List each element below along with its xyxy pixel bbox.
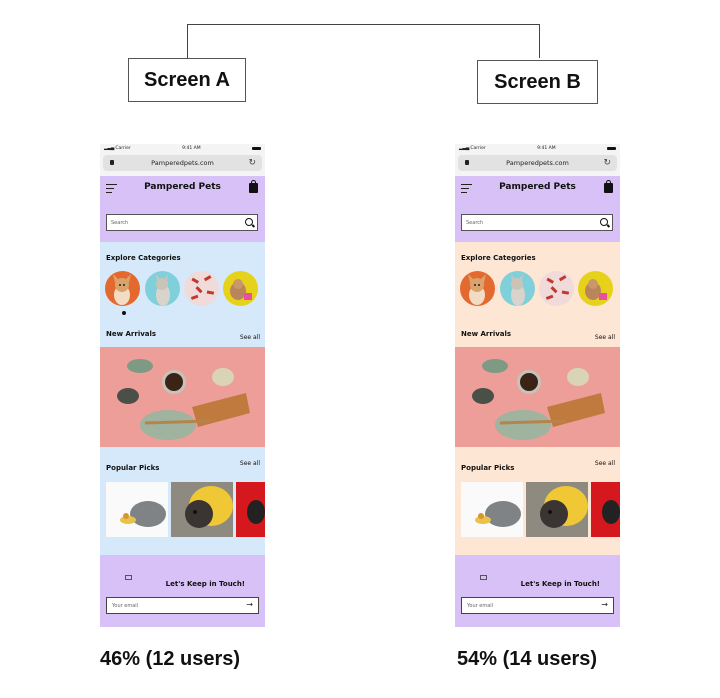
keep-in-touch-heading: Let's Keep in Touch!	[165, 580, 245, 588]
site-header: Pampered Pets Search	[100, 176, 265, 242]
dog-image	[468, 274, 486, 305]
cat-image	[156, 274, 170, 306]
popular-picks-title: Popular Picks	[106, 464, 160, 472]
category-treats[interactable]	[539, 271, 574, 306]
cat-image	[511, 274, 525, 306]
search-icon[interactable]	[245, 218, 253, 226]
brand-logo[interactable]: Pampered Pets	[455, 182, 620, 192]
screen-b-result: 54% (14 users)	[457, 648, 598, 670]
url-field[interactable]: Pamperedpets.com ↻	[458, 155, 617, 171]
image-placeholder-icon	[125, 575, 132, 580]
url-field[interactable]: Pamperedpets.com ↻	[103, 155, 262, 171]
email-placeholder: Your email	[112, 602, 139, 609]
popular-pick-cat-image[interactable]	[461, 482, 523, 537]
carousel-dot[interactable]	[122, 311, 126, 315]
popular-pick-cat-image[interactable]	[106, 482, 168, 537]
arrow-right-icon[interactable]: →	[246, 600, 253, 609]
signal-icon: ▂▃▄	[104, 145, 115, 151]
new-arrivals-image[interactable]	[100, 347, 265, 447]
popular-picks-title: Popular Picks	[461, 464, 515, 472]
image-placeholder-icon	[480, 575, 487, 580]
toys-image	[230, 279, 252, 300]
shopping-bag-icon[interactable]	[249, 180, 258, 193]
treats-image	[545, 275, 570, 300]
search-placeholder: Search	[111, 219, 129, 226]
popular-pick-red-image[interactable]	[236, 482, 265, 537]
screen-b-mockup: ▂▃▄ Carrier 9:41 AM Pamperedpets.com ↻ Pa…	[455, 144, 620, 627]
search-input[interactable]: Search	[106, 214, 258, 231]
explore-categories-title: Explore Categories	[461, 254, 536, 262]
lock-icon	[465, 160, 469, 165]
popular-pick-dog-image[interactable]	[526, 482, 588, 537]
url-text: Pamperedpets.com	[506, 159, 569, 167]
new-arrivals-title: New Arrivals	[461, 330, 512, 338]
toys-image	[585, 279, 607, 300]
arrow-right-icon[interactable]: →	[601, 600, 608, 609]
brand-logo[interactable]: Pampered Pets	[100, 182, 265, 192]
signal-icon: ▂▃▄	[459, 145, 470, 151]
new-arrivals-title: New Arrivals	[106, 330, 157, 338]
search-input[interactable]: Search	[461, 214, 613, 231]
email-input[interactable]: Your email →	[461, 597, 614, 614]
pet-bowls-image	[472, 359, 605, 440]
category-cat[interactable]	[145, 271, 180, 306]
category-dog[interactable]	[460, 271, 495, 306]
pet-bowls-image	[117, 359, 250, 440]
category-toys[interactable]	[578, 271, 613, 306]
reload-icon[interactable]: ↻	[603, 158, 611, 168]
browser-bar: Pamperedpets.com ↻	[455, 152, 620, 178]
search-placeholder: Search	[466, 219, 484, 226]
new-arrivals-see-all-link[interactable]: See all	[595, 334, 615, 341]
browser-bar: Pamperedpets.com ↻	[100, 152, 265, 178]
new-arrivals-image[interactable]	[455, 347, 620, 447]
screen-a-mockup: ▂▃▄ Carrier 9:41 AM Pamperedpets.com ↻ Pa…	[100, 144, 265, 627]
newsletter-footer: Let's Keep in Touch! Your email →	[455, 555, 620, 627]
category-toys[interactable]	[223, 271, 258, 306]
shopping-bag-icon[interactable]	[604, 180, 613, 193]
email-placeholder: Your email	[467, 602, 494, 609]
category-treats[interactable]	[184, 271, 219, 306]
carrier-label: Carrier	[470, 145, 486, 151]
category-dog[interactable]	[105, 271, 140, 306]
carrier-label: Carrier	[115, 145, 131, 151]
keep-in-touch-heading: Let's Keep in Touch!	[520, 580, 600, 588]
connector-line	[187, 24, 540, 58]
search-icon[interactable]	[600, 218, 608, 226]
url-text: Pamperedpets.com	[151, 159, 214, 167]
treats-image	[190, 275, 215, 300]
new-arrivals-see-all-link[interactable]: See all	[240, 334, 260, 341]
screen-b-label: Screen B	[477, 60, 598, 104]
explore-categories-title: Explore Categories	[106, 254, 181, 262]
popular-pick-red-image[interactable]	[591, 482, 620, 537]
status-time: 9:41 AM	[182, 145, 201, 151]
popular-picks-see-all-link[interactable]: See all	[595, 460, 615, 467]
reload-icon[interactable]: ↻	[248, 158, 256, 168]
screen-a-result: 46% (12 users)	[100, 648, 241, 670]
status-bar: ▂▃▄ Carrier 9:41 AM	[100, 144, 265, 152]
email-input[interactable]: Your email →	[106, 597, 259, 614]
screen-a-label: Screen A	[128, 58, 246, 102]
status-bar: ▂▃▄ Carrier 9:41 AM	[455, 144, 620, 152]
site-header: Pampered Pets Search	[455, 176, 620, 242]
battery-icon	[252, 146, 261, 150]
lock-icon	[110, 160, 114, 165]
popular-pick-dog-image[interactable]	[171, 482, 233, 537]
dog-image	[113, 274, 131, 305]
status-time: 9:41 AM	[537, 145, 556, 151]
battery-icon	[607, 146, 616, 150]
category-cat[interactable]	[500, 271, 535, 306]
popular-picks-see-all-link[interactable]: See all	[240, 460, 260, 467]
newsletter-footer: Let's Keep in Touch! Your email →	[100, 555, 265, 627]
